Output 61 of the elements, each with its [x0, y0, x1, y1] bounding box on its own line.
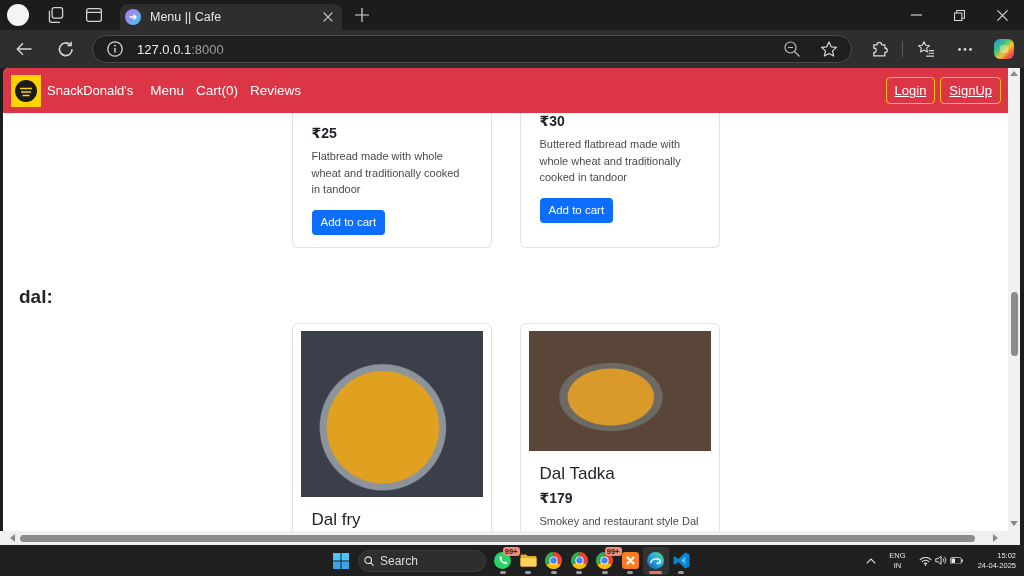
arrow-circle-icon: [125, 9, 141, 25]
stacked-squares-icon[interactable]: [48, 7, 64, 23]
segmented-circle-icon: [596, 552, 614, 569]
profile-avatar[interactable]: [7, 4, 29, 26]
ribbon-logo-icon: [672, 552, 690, 569]
auth-button[interactable]: Login: [885, 77, 936, 104]
back-arrow-icon[interactable]: [16, 42, 32, 56]
item-title: Dal fry: [311, 509, 362, 530]
tab-actions-icon[interactable]: [86, 7, 102, 23]
star-icon[interactable]: [821, 41, 837, 57]
more-icon[interactable]: [958, 47, 972, 51]
app-logo-icon[interactable]: [994, 39, 1014, 59]
battery-icon[interactable]: [949, 556, 963, 565]
scrollbar-thumb[interactable]: [20, 534, 975, 542]
segmented-circle-icon: [545, 552, 563, 569]
plus-icon[interactable]: [355, 8, 369, 22]
up-triangle-icon[interactable]: [1010, 71, 1018, 76]
chevron-up-icon[interactable]: [866, 557, 877, 564]
address-field[interactable]: 127.0.0.1:8000: [92, 35, 852, 63]
search-field[interactable]: Search: [358, 549, 486, 572]
item-description: Smokey and restaurant style Dal: [539, 513, 696, 529]
add-to-cart-button[interactable]: Add to cart: [311, 209, 386, 235]
item-price: ₹179: [539, 489, 574, 507]
swirl-icon: [647, 552, 665, 569]
taskbar-app-button[interactable]: [643, 546, 669, 575]
reload-icon[interactable]: [58, 41, 74, 57]
item-price: ₹30: [539, 113, 566, 130]
nav-link[interactable]: Cart(0): [196, 83, 239, 98]
star-list-icon[interactable]: [918, 41, 934, 57]
close-icon[interactable]: [323, 12, 333, 22]
item-description: Buttered flatbread made with whole wheat and traditionally cooked in tandoor: [539, 137, 682, 185]
auth-button[interactable]: SignUp: [940, 77, 1001, 104]
scrollbar-thumb[interactable]: [1010, 292, 1018, 356]
right-triangle-icon[interactable]: [993, 534, 998, 542]
add-to-cart-button[interactable]: Add to cart: [539, 197, 614, 223]
restore-icon[interactable]: [954, 9, 965, 21]
info-icon[interactable]: [107, 41, 123, 57]
close-icon[interactable]: [997, 9, 1008, 21]
chat-bubble-icon: [494, 552, 512, 569]
left-triangle-icon[interactable]: [10, 534, 15, 542]
search-icon: [364, 555, 374, 566]
item-description: Flatbread made with whole wheat and traditionally cooked in tandoor: [311, 149, 461, 197]
category-heading: dal:: [19, 284, 54, 308]
folder-icon: [519, 552, 537, 569]
browser-tab[interactable]: Menu || Cafe: [120, 4, 342, 30]
wifi-icon[interactable]: [918, 555, 932, 566]
item-price: ₹25: [311, 125, 338, 142]
horizontal-scrollbar[interactable]: [0, 531, 1020, 545]
speaker-icon[interactable]: [934, 555, 947, 566]
x-tile-icon: [621, 552, 639, 569]
brand-link[interactable]: SnackDonald's: [47, 83, 134, 98]
start-icon[interactable]: [333, 552, 349, 569]
brand-logo-icon[interactable]: [11, 74, 41, 107]
nav-link[interactable]: Menu: [150, 83, 185, 98]
nav-link[interactable]: Reviews: [250, 83, 302, 98]
down-triangle-icon[interactable]: [1010, 521, 1018, 526]
vertical-scrollbar[interactable]: [1008, 68, 1020, 531]
zoom-out-icon[interactable]: [784, 41, 800, 57]
puzzle-piece-icon[interactable]: [872, 41, 888, 57]
segmented-circle-icon: [570, 552, 588, 569]
item-title: Dal Tadka: [539, 463, 616, 484]
